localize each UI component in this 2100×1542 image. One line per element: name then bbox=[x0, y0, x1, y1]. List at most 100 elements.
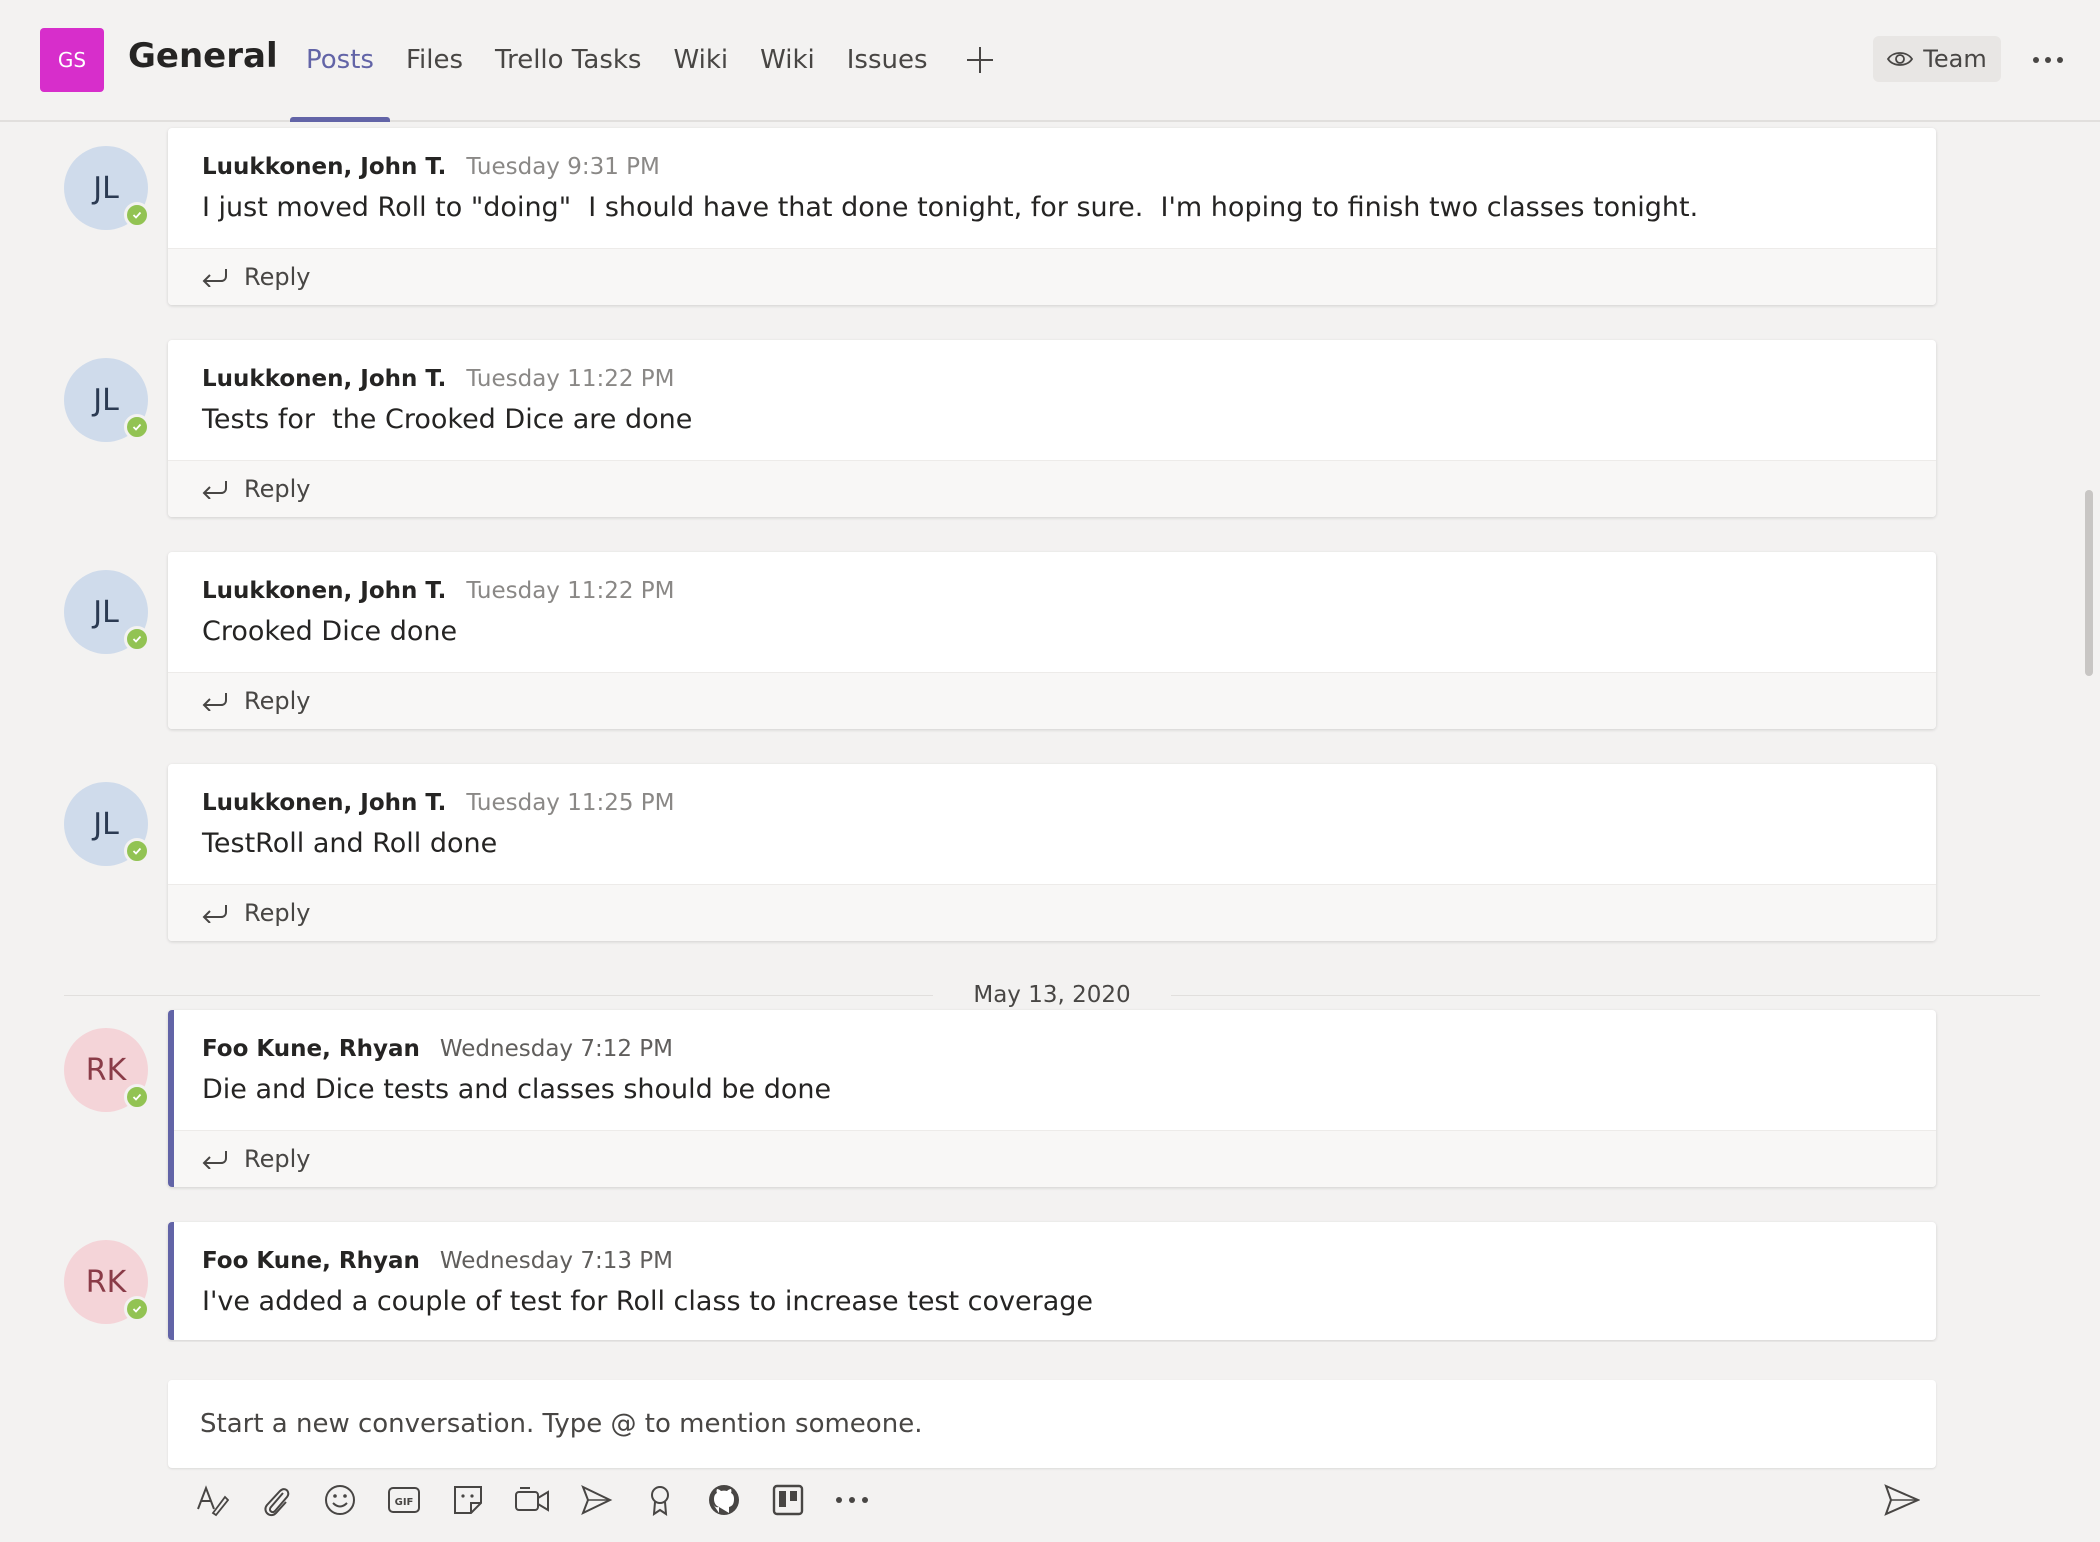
reply-label: Reply bbox=[244, 899, 311, 927]
stream-button[interactable] bbox=[574, 1478, 618, 1522]
message[interactable]: Luukkonen, John T. Tuesday 9:31 PM I jus… bbox=[168, 128, 1936, 248]
reply-arrow-icon bbox=[202, 905, 227, 923]
attach-icon bbox=[264, 1488, 290, 1517]
message-author[interactable]: Luukkonen, John T. bbox=[202, 790, 446, 816]
presence-available-icon bbox=[124, 202, 150, 228]
stream-icon bbox=[581, 1485, 613, 1515]
message-card: Luukkonen, John T. Tuesday 11:22 PM Croo… bbox=[168, 552, 1936, 729]
tab-trello-tasks[interactable]: Trello Tasks bbox=[479, 0, 657, 120]
svg-text:GIF: GIF bbox=[395, 1497, 414, 1508]
more-options-icon bbox=[836, 1497, 868, 1503]
message[interactable]: Luukkonen, John T. Tuesday 11:22 PM Test… bbox=[168, 340, 1936, 460]
tab-files[interactable]: Files bbox=[390, 0, 479, 120]
message-timestamp: Tuesday 11:22 PM bbox=[466, 366, 675, 392]
divider-line bbox=[64, 994, 934, 996]
feed-scrollbar[interactable] bbox=[2085, 490, 2093, 676]
attach-button[interactable] bbox=[254, 1478, 298, 1522]
message-author[interactable]: Foo Kune, Rhyan bbox=[202, 1036, 420, 1062]
message-feed[interactable]: JL Luukkonen, John T. Tuesday 9:31 PM I … bbox=[0, 122, 2100, 1342]
reply-button[interactable]: Reply bbox=[168, 1130, 1936, 1187]
team-button[interactable]: Team bbox=[1873, 36, 2001, 82]
ellipsis-icon bbox=[2033, 57, 2063, 63]
presence-available-icon bbox=[124, 838, 150, 864]
sticker-icon bbox=[454, 1486, 482, 1514]
reply-arrow-icon bbox=[202, 1151, 227, 1169]
github-icon bbox=[709, 1485, 739, 1515]
github-button[interactable] bbox=[702, 1478, 746, 1522]
send-button[interactable] bbox=[1880, 1478, 1924, 1522]
reply-button[interactable]: Reply bbox=[168, 460, 1936, 517]
message-author[interactable]: Luukkonen, John T. bbox=[202, 366, 446, 392]
avatar[interactable]: RK bbox=[64, 1028, 150, 1112]
message-timestamp: Wednesday 7:12 PM bbox=[439, 1036, 674, 1062]
compose-box[interactable] bbox=[168, 1380, 1936, 1468]
team-avatar[interactable]: GS bbox=[40, 28, 104, 92]
message-timestamp: Tuesday 11:22 PM bbox=[466, 578, 675, 604]
avatar[interactable]: JL bbox=[64, 358, 150, 442]
reply-button[interactable]: Reply bbox=[168, 248, 1936, 305]
tab-posts[interactable]: Posts bbox=[290, 0, 390, 122]
avatar-initials: JL bbox=[93, 170, 119, 206]
gif-icon: GIF bbox=[388, 1487, 420, 1513]
send-icon bbox=[1884, 1484, 1920, 1516]
meet-now-button[interactable] bbox=[510, 1478, 554, 1522]
reply-arrow-icon bbox=[202, 693, 227, 711]
message-body: I just moved Roll to "doing" I should ha… bbox=[202, 192, 1699, 223]
channel-name: General bbox=[128, 36, 278, 76]
sticker-button[interactable] bbox=[446, 1478, 490, 1522]
avatar[interactable]: JL bbox=[64, 782, 150, 866]
message-body: Die and Dice tests and classes should be… bbox=[202, 1074, 832, 1105]
message-card: Luukkonen, John T. Tuesday 9:31 PM I jus… bbox=[168, 128, 1936, 305]
avatar-initials: JL bbox=[93, 806, 119, 842]
tab-wiki[interactable]: Wiki bbox=[657, 0, 744, 120]
reply-button[interactable]: Reply bbox=[168, 884, 1936, 941]
emoji-icon bbox=[325, 1485, 355, 1515]
gif-button[interactable]: GIF bbox=[382, 1478, 426, 1522]
more-options-button[interactable] bbox=[2026, 40, 2070, 80]
message-author[interactable]: Luukkonen, John T. bbox=[202, 578, 446, 604]
presence-available-icon bbox=[124, 626, 150, 652]
presence-available-icon bbox=[124, 1296, 150, 1322]
compose-input[interactable] bbox=[168, 1380, 1932, 1468]
message-timestamp: Wednesday 7:13 PM bbox=[439, 1248, 674, 1274]
team-button-label: Team bbox=[1923, 45, 1987, 73]
message-card: Luukkonen, John T. Tuesday 11:25 PM Test… bbox=[168, 764, 1936, 941]
avatar-initials: JL bbox=[93, 594, 119, 630]
praise-button[interactable] bbox=[638, 1478, 682, 1522]
format-icon bbox=[197, 1485, 229, 1517]
message-timestamp: Tuesday 11:25 PM bbox=[466, 790, 675, 816]
tab-wiki-2[interactable]: Wiki bbox=[744, 0, 831, 120]
message-author[interactable]: Foo Kune, Rhyan bbox=[202, 1248, 420, 1274]
avatar-initials: JL bbox=[93, 382, 119, 418]
message-card: Foo Kune, Rhyan Wednesday 7:12 PM Die an… bbox=[168, 1010, 1936, 1187]
reply-button[interactable]: Reply bbox=[168, 672, 1936, 729]
message[interactable]: Foo Kune, Rhyan Wednesday 7:12 PM Die an… bbox=[168, 1010, 1936, 1130]
avatar[interactable]: RK bbox=[64, 1240, 150, 1324]
format-button[interactable] bbox=[190, 1478, 234, 1522]
message-body: Crooked Dice done bbox=[202, 616, 458, 647]
reply-arrow-icon bbox=[202, 269, 227, 287]
tab-issues[interactable]: Issues bbox=[831, 0, 944, 120]
avatar[interactable]: JL bbox=[64, 146, 150, 230]
message-author[interactable]: Luukkonen, John T. bbox=[202, 154, 446, 180]
presence-available-icon bbox=[124, 414, 150, 440]
message-body: I've added a couple of test for Roll cla… bbox=[202, 1286, 1094, 1317]
reply-label: Reply bbox=[244, 475, 311, 503]
reply-label: Reply bbox=[244, 263, 311, 291]
trello-icon bbox=[772, 1484, 804, 1516]
meet-now-icon bbox=[515, 1487, 549, 1512]
reply-label: Reply bbox=[244, 1145, 311, 1173]
emoji-button[interactable] bbox=[318, 1478, 362, 1522]
avatar-initials: RK bbox=[85, 1052, 127, 1088]
more-options-button[interactable] bbox=[830, 1478, 874, 1522]
message[interactable]: Foo Kune, Rhyan Wednesday 7:13 PM I've a… bbox=[168, 1222, 1936, 1340]
tab-bar: Posts Files Trello Tasks Wiki Wiki Issue… bbox=[290, 0, 1016, 122]
trello-button[interactable] bbox=[766, 1478, 810, 1522]
avatar[interactable]: JL bbox=[64, 570, 150, 654]
add-tab-button[interactable] bbox=[944, 0, 1016, 120]
message[interactable]: Luukkonen, John T. Tuesday 11:22 PM Croo… bbox=[168, 552, 1936, 672]
date-divider-label: May 13, 2020 bbox=[973, 982, 1131, 1008]
message[interactable]: Luukkonen, John T. Tuesday 11:25 PM Test… bbox=[168, 764, 1936, 884]
message-body: TestRoll and Roll done bbox=[202, 828, 498, 859]
channel-header: GS General Posts Files Trello Tasks Wiki… bbox=[0, 0, 2100, 122]
